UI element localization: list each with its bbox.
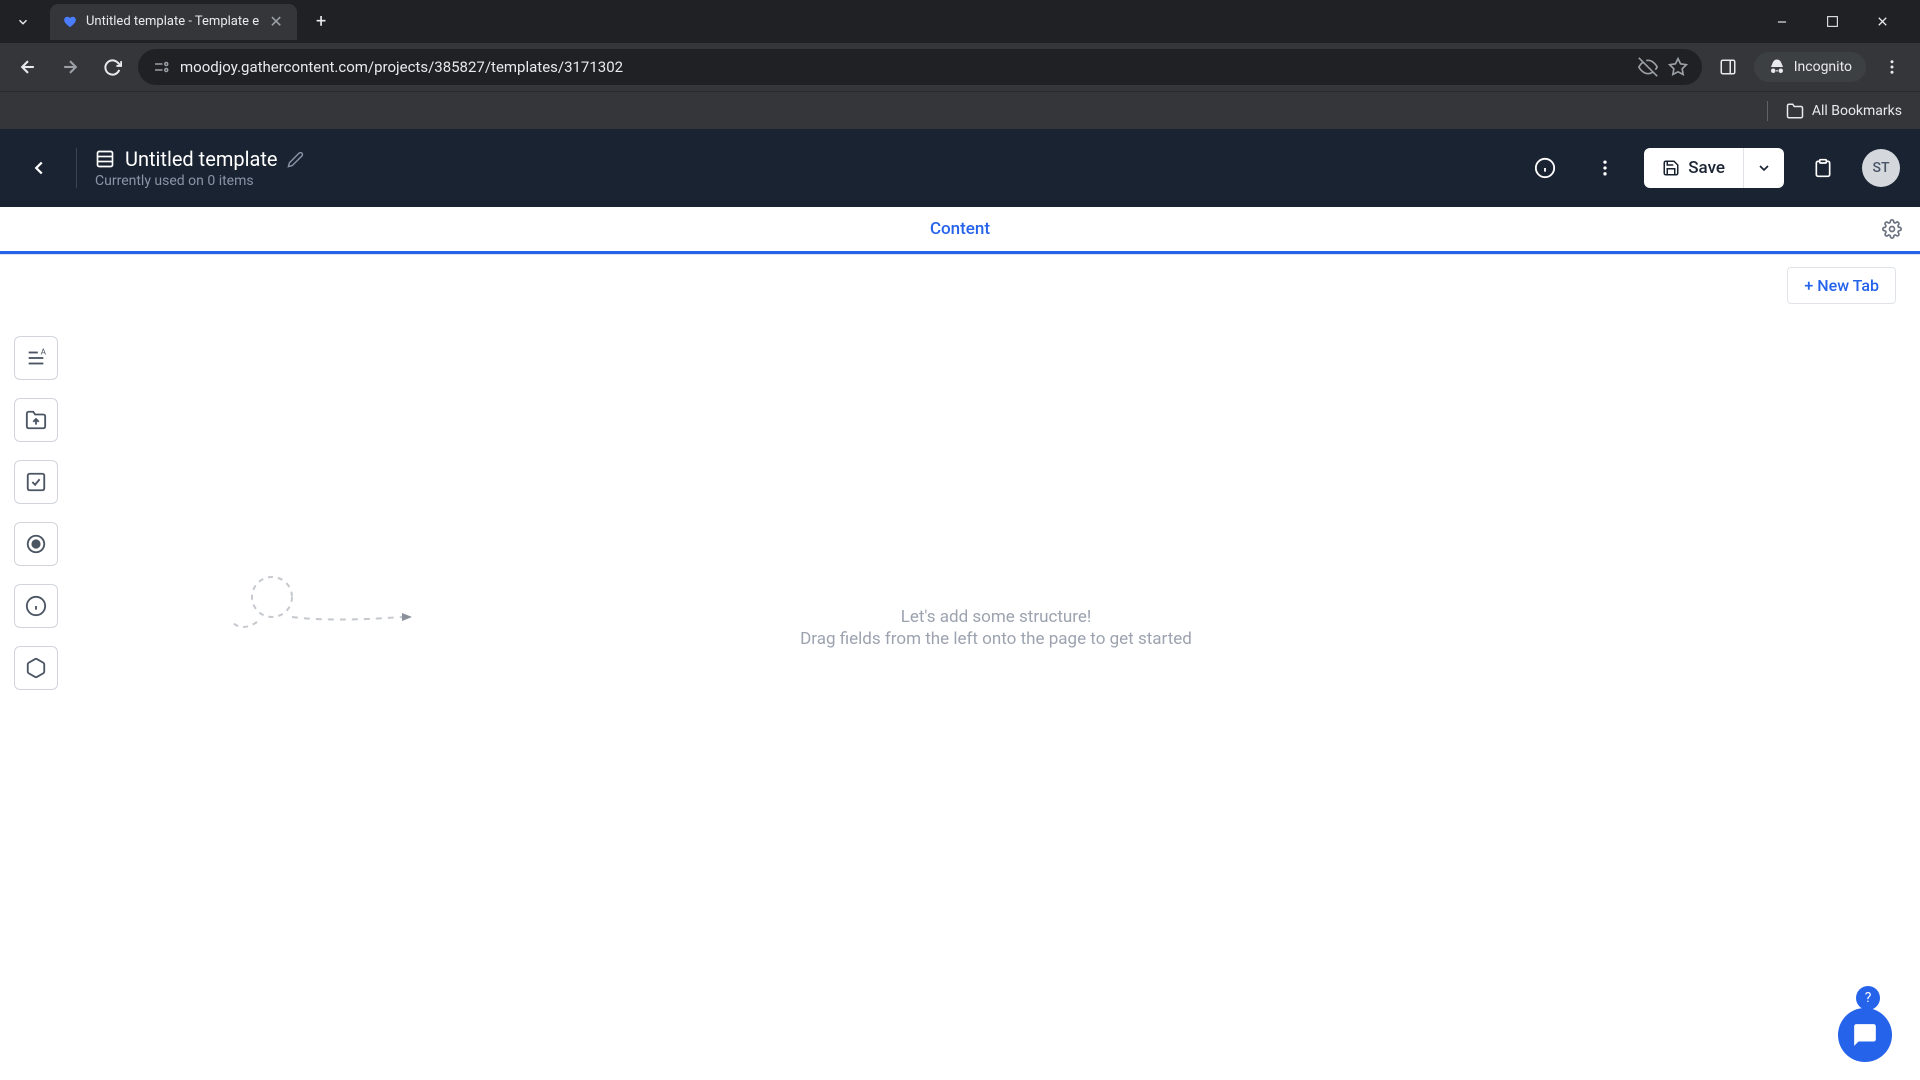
app-header: Untitled template Currently used on 0 it… (0, 129, 1920, 207)
more-options-button[interactable] (1584, 147, 1626, 189)
template-list-icon (95, 149, 115, 169)
save-label: Save (1688, 158, 1725, 178)
empty-state-title: Let's add some structure! (800, 607, 1192, 627)
edit-title-icon[interactable] (287, 151, 304, 168)
avatar-initials: ST (1872, 160, 1889, 176)
template-title: Untitled template (125, 147, 277, 171)
incognito-badge[interactable]: Incognito (1754, 52, 1866, 82)
save-icon (1662, 159, 1680, 177)
chat-icon (1852, 1022, 1878, 1048)
tab-label: Content (930, 219, 990, 239)
app-back-button[interactable] (20, 149, 58, 187)
incognito-label: Incognito (1794, 59, 1852, 75)
save-button[interactable]: Save (1644, 148, 1743, 188)
address-bar-row: moodjoy.gathercontent.com/projects/38582… (0, 43, 1920, 91)
new-tab-button[interactable]: + New Tab (1787, 267, 1896, 304)
divider (1767, 101, 1768, 121)
window-maximize-icon[interactable] (1817, 7, 1847, 37)
browser-menu-icon[interactable] (1876, 51, 1908, 83)
guidelines-field-tool[interactable] (14, 584, 58, 628)
chat-support-button[interactable] (1838, 1008, 1892, 1062)
content-tabs-nav: Content (0, 207, 1920, 255)
field-toolbar: A (0, 316, 72, 1080)
main-content: A (0, 316, 1920, 1080)
new-browser-tab-button[interactable]: + (307, 8, 335, 36)
tracking-protection-icon[interactable] (1638, 57, 1658, 77)
divider (76, 148, 77, 188)
template-info: Untitled template Currently used on 0 it… (95, 147, 304, 189)
empty-state: Let's add some structure! Drag fields fr… (72, 316, 1920, 1080)
radio-field-tool[interactable] (14, 522, 58, 566)
new-tab-label: + New Tab (1804, 276, 1879, 295)
save-dropdown-button[interactable] (1743, 148, 1784, 188)
bookmarks-bar: All Bookmarks (0, 91, 1920, 129)
side-panel-icon[interactable] (1712, 51, 1744, 83)
tab-title: Untitled template - Template e (86, 14, 259, 29)
tab-content[interactable]: Content (0, 207, 1920, 254)
folder-icon (1786, 102, 1804, 120)
save-button-group: Save (1644, 148, 1784, 188)
tab-settings-icon[interactable] (1882, 219, 1902, 243)
address-bar[interactable]: moodjoy.gathercontent.com/projects/38582… (138, 49, 1702, 85)
info-button[interactable] (1524, 147, 1566, 189)
tab-close-icon[interactable]: ✕ (267, 13, 285, 31)
browser-back-button[interactable] (12, 51, 44, 83)
incognito-icon (1768, 58, 1786, 76)
all-bookmarks-button[interactable]: All Bookmarks (1786, 102, 1902, 120)
browser-tab-bar: Untitled template - Template e ✕ + (0, 0, 1920, 43)
component-field-tool[interactable] (14, 646, 58, 690)
template-usage-subtitle: Currently used on 0 items (95, 173, 304, 189)
checkbox-field-tool[interactable] (14, 460, 58, 504)
user-avatar[interactable]: ST (1862, 149, 1900, 187)
site-info-icon[interactable] (152, 58, 170, 76)
help-button[interactable]: ? (1856, 986, 1880, 1010)
tab-favicon-icon (62, 14, 78, 30)
tab-search-dropdown[interactable] (8, 7, 38, 37)
empty-state-subtitle: Drag fields from the left onto the page … (800, 629, 1192, 649)
help-icon: ? (1865, 990, 1872, 1006)
text-field-tool[interactable]: A (14, 336, 58, 380)
bookmark-star-icon[interactable] (1668, 57, 1688, 77)
clipboard-button[interactable] (1802, 147, 1844, 189)
browser-reload-button[interactable] (96, 51, 128, 83)
url-text: moodjoy.gathercontent.com/projects/38582… (180, 58, 1628, 76)
window-minimize-icon[interactable] (1767, 7, 1797, 37)
svg-text:A: A (41, 347, 47, 357)
window-close-icon[interactable] (1867, 7, 1897, 37)
attachment-field-tool[interactable] (14, 398, 58, 442)
all-bookmarks-label: All Bookmarks (1812, 103, 1902, 119)
empty-state-illustration (192, 567, 432, 647)
browser-tab[interactable]: Untitled template - Template e ✕ (50, 4, 297, 40)
new-tab-row: + New Tab (0, 255, 1920, 316)
browser-forward-button[interactable] (54, 51, 86, 83)
